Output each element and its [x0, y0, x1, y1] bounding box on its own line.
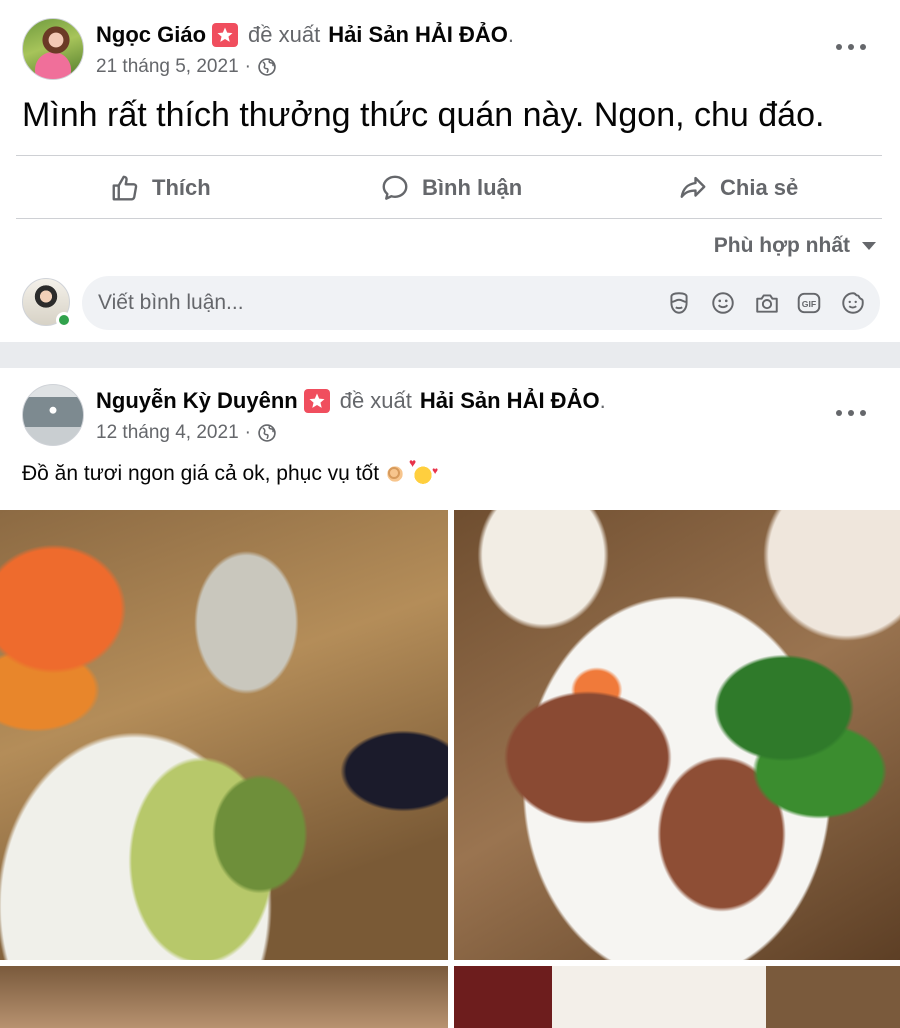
comment-bubble-icon — [382, 175, 408, 200]
period: . — [599, 388, 606, 413]
more-options-icon[interactable] — [836, 408, 866, 418]
svg-text:GIF: GIF — [802, 299, 816, 309]
thumbs-up-icon — [112, 175, 138, 201]
share-button[interactable]: Chia sẻ — [678, 168, 798, 208]
post-photo[interactable] — [0, 966, 448, 1028]
author-avatar[interactable] — [22, 384, 84, 446]
online-status-dot — [56, 312, 72, 328]
like-label: Thích — [152, 175, 211, 200]
period: . — [507, 22, 515, 47]
post-meta: 21 tháng 5, 2021 · — [96, 56, 277, 78]
comment-sort-dropdown[interactable]: Phù hợp nhất — [714, 234, 876, 258]
more-options-icon[interactable] — [836, 42, 866, 52]
divider — [16, 218, 882, 219]
sticker-icon[interactable] — [840, 290, 866, 316]
post-header: Ngọc Giáo đề xuất Hải Sản HẢI ĐẢO. — [96, 22, 514, 48]
author-avatar[interactable] — [22, 18, 84, 80]
post-text-row: Đồ ăn tươi ngon giá cả ok, phục vụ tốt — [22, 456, 438, 486]
post-header: Nguyễn Kỳ Duyênn đề xuất Hải Sản HẢI ĐẢO… — [96, 388, 606, 414]
date-separator: · — [244, 422, 251, 443]
recommend-star-icon — [303, 389, 330, 413]
ok-hand-emoji — [383, 462, 408, 486]
comment-button[interactable]: Bình luận — [380, 168, 522, 208]
post-photo[interactable] — [454, 510, 900, 960]
recommend-verb: đề xuất — [339, 388, 412, 413]
recommend-star-icon — [212, 23, 239, 47]
camera-icon[interactable] — [754, 290, 780, 316]
post-text: Mình rất thích thưởng thức quán này. Ngo… — [22, 96, 825, 134]
gif-icon[interactable]: GIF — [796, 290, 822, 316]
author-name[interactable]: Ngọc Giáo — [96, 22, 206, 48]
comment-composer: GIF — [82, 276, 880, 330]
share-label: Chia sẻ — [720, 175, 799, 200]
recommend-verb: đề xuất — [248, 22, 321, 47]
post-date[interactable]: 21 tháng 5, 2021 — [96, 56, 239, 78]
page-name[interactable]: Hải Sản HẢI ĐẢO — [328, 22, 508, 48]
page-name[interactable]: Hải Sản HẢI ĐẢO — [420, 388, 600, 414]
post-meta: 12 tháng 4, 2021 · — [96, 422, 277, 444]
comment-label: Bình luận — [422, 175, 523, 200]
share-arrow-icon — [680, 176, 706, 198]
post-photo[interactable] — [454, 966, 900, 1028]
like-button[interactable]: Thích — [110, 168, 211, 208]
author-name[interactable]: Nguyễn Kỳ Duyênn — [96, 388, 298, 414]
date-separator: · — [244, 56, 251, 77]
divider — [16, 155, 882, 156]
globe-icon — [258, 58, 276, 76]
caret-down-icon — [862, 242, 876, 250]
post-date[interactable]: 12 tháng 4, 2021 — [96, 422, 239, 444]
smiling-face-hearts-emoji — [409, 456, 438, 486]
emoji-icon[interactable] — [710, 290, 736, 316]
avatar-sticker-icon[interactable] — [666, 290, 692, 316]
comment-input[interactable] — [98, 286, 658, 320]
sort-label: Phù hợp nhất — [713, 234, 850, 257]
post-photo[interactable] — [0, 510, 448, 960]
post-text: Đồ ăn tươi ngon giá cả ok, phục vụ tốt — [22, 462, 380, 485]
globe-icon — [258, 424, 276, 442]
